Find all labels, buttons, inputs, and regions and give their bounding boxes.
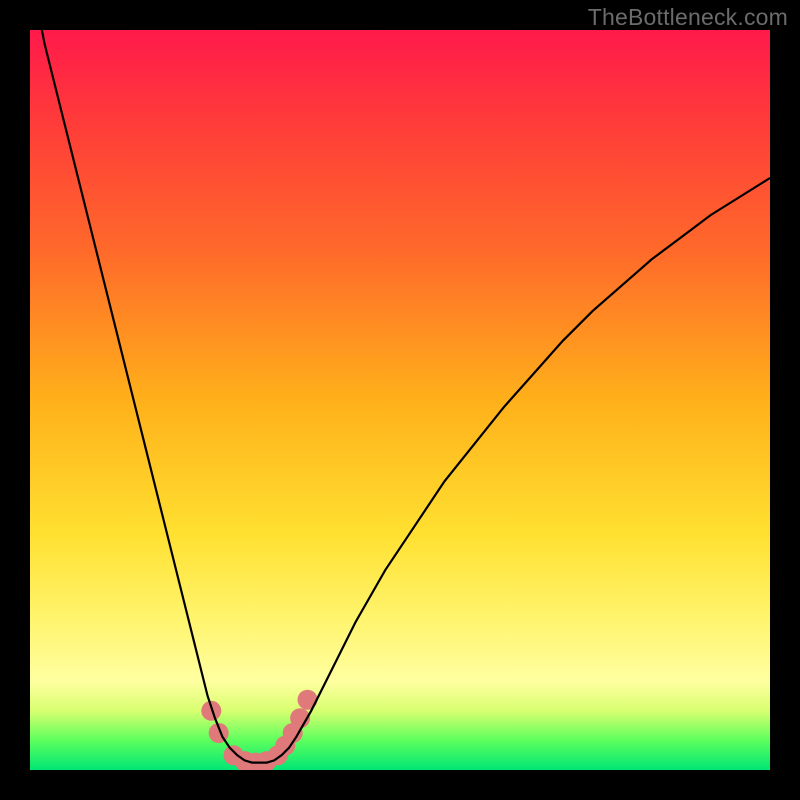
- bottleneck-curve: [30, 30, 770, 763]
- watermark-text: TheBottleneck.com: [588, 4, 788, 31]
- chart-frame: TheBottleneck.com: [0, 0, 800, 800]
- curve-layer: [30, 30, 770, 770]
- marker-dot: [298, 690, 318, 710]
- plot-area: [30, 30, 770, 770]
